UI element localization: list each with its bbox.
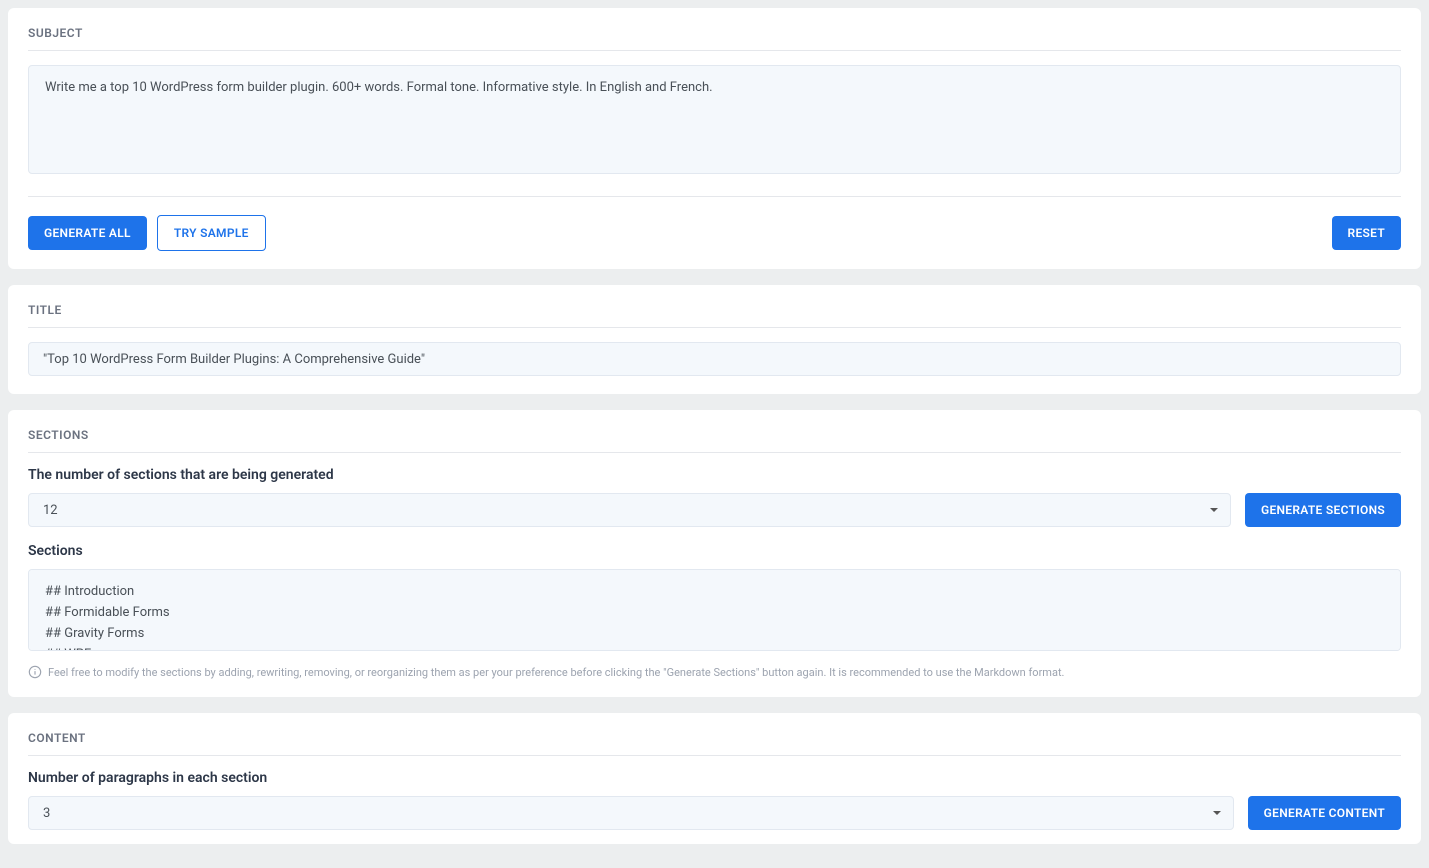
try-sample-button[interactable]: TRY SAMPLE: [157, 215, 266, 251]
info-icon: [28, 665, 42, 679]
content-paragraphs-row: 3 GENERATE CONTENT: [28, 796, 1401, 830]
content-paragraphs-label: Number of paragraphs in each section: [28, 770, 1401, 786]
title-card: TITLE: [8, 285, 1421, 394]
content-heading: CONTENT: [28, 731, 1401, 756]
content-card: CONTENT Number of paragraphs in each sec…: [8, 713, 1421, 844]
subject-card: SUBJECT Write me a top 10 WordPress form…: [8, 8, 1421, 269]
sections-count-label: The number of sections that are being ge…: [28, 467, 1401, 483]
sections-textarea[interactable]: ## Introduction ## Formidable Forms ## G…: [28, 569, 1401, 651]
reset-button[interactable]: RESET: [1332, 216, 1401, 250]
sections-info-text: Feel free to modify the sections by addi…: [48, 666, 1064, 679]
sections-card: SECTIONS The number of sections that are…: [8, 410, 1421, 697]
subject-textarea[interactable]: Write me a top 10 WordPress form builder…: [28, 65, 1401, 174]
sections-list-label: Sections: [28, 543, 1401, 559]
sections-info-note: Feel free to modify the sections by addi…: [28, 665, 1401, 679]
sections-count-row: 12 GENERATE SECTIONS: [28, 493, 1401, 527]
generate-all-button[interactable]: GENERATE ALL: [28, 216, 147, 250]
subject-heading: SUBJECT: [28, 26, 1401, 51]
sections-heading: SECTIONS: [28, 428, 1401, 453]
title-input[interactable]: [28, 342, 1401, 376]
generate-content-button[interactable]: GENERATE CONTENT: [1248, 796, 1401, 830]
sections-count-select[interactable]: 12: [28, 493, 1231, 527]
subject-divider: [28, 196, 1401, 197]
generate-sections-button[interactable]: GENERATE SECTIONS: [1245, 493, 1401, 527]
subject-buttons: GENERATE ALL TRY SAMPLE RESET: [28, 215, 1401, 251]
title-heading: TITLE: [28, 303, 1401, 328]
paragraphs-select[interactable]: 3: [28, 796, 1234, 830]
